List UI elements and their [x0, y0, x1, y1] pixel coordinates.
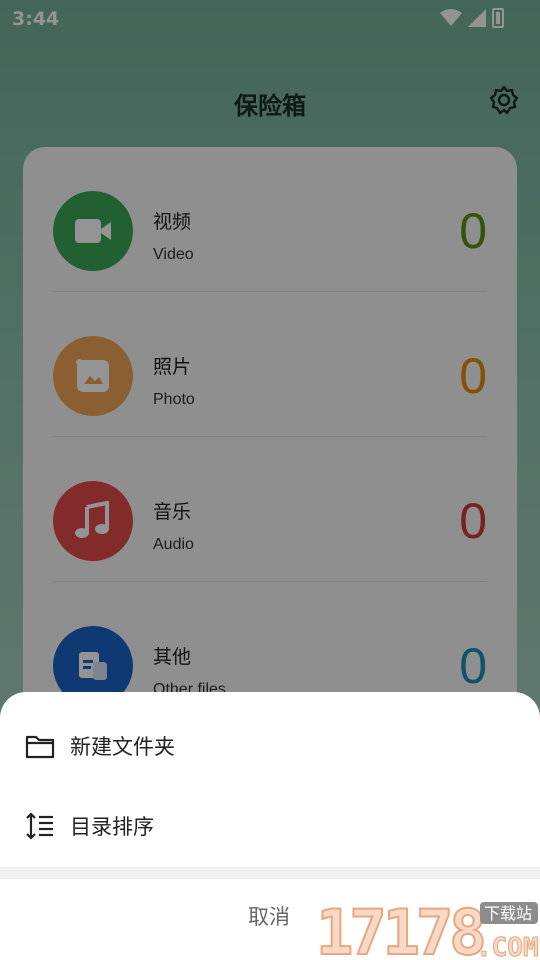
- menu-item-label: 新建文件夹: [70, 735, 175, 759]
- cancel-label: 取消: [248, 905, 290, 929]
- menu-item-new-folder[interactable]: 新建文件夹: [0, 706, 540, 786]
- svg-text:下载站: 下载站: [484, 904, 532, 923]
- watermark-logo: 17178 下载站 .COM: [315, 895, 540, 960]
- svg-text:.COM: .COM: [476, 933, 539, 960]
- svg-text:17178: 17178: [316, 896, 483, 960]
- menu-item-label: 目录排序: [70, 815, 154, 839]
- menu-item-sort-directory[interactable]: 目录排序: [0, 786, 540, 866]
- sheet-separator: [0, 867, 540, 879]
- folder-icon: [24, 730, 56, 762]
- sort-icon: [24, 810, 56, 842]
